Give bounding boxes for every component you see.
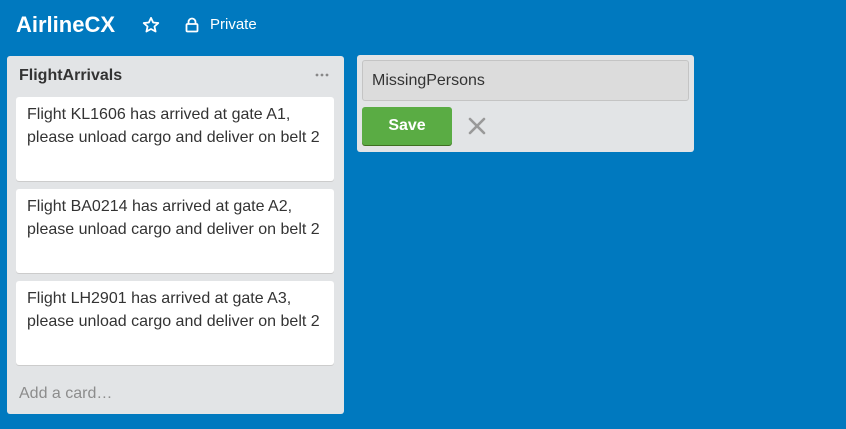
board-header: AirlineCX Private [0, 0, 846, 52]
star-outline-icon [142, 16, 160, 33]
card[interactable]: Flight BA0214 has arrived at gate A2, pl… [16, 189, 334, 273]
ellipsis-icon [315, 73, 329, 77]
close-button[interactable] [463, 112, 491, 140]
close-icon [468, 117, 486, 135]
visibility-button[interactable]: Private [184, 14, 257, 36]
add-list-form: Save [357, 55, 694, 152]
card[interactable]: Flight LH2901 has arrived at gate A3, pl… [16, 281, 334, 365]
list-header: FlightArrivals [7, 56, 344, 94]
list-name-input[interactable] [362, 60, 689, 101]
list-flight-arrivals: FlightArrivals Flight KL1606 has arrived… [7, 56, 344, 414]
save-button[interactable]: Save [362, 107, 452, 145]
lock-icon [185, 17, 199, 33]
visibility-label: Private [210, 16, 257, 33]
list-menu-button[interactable] [310, 64, 334, 86]
list-title[interactable]: FlightArrivals [19, 66, 122, 86]
card[interactable]: Flight KL1606 has arrived at gate A1, pl… [16, 97, 334, 181]
board-title[interactable]: AirlineCX [16, 10, 115, 40]
add-card-button[interactable]: Add a card… [19, 383, 112, 405]
star-button[interactable] [140, 14, 162, 36]
